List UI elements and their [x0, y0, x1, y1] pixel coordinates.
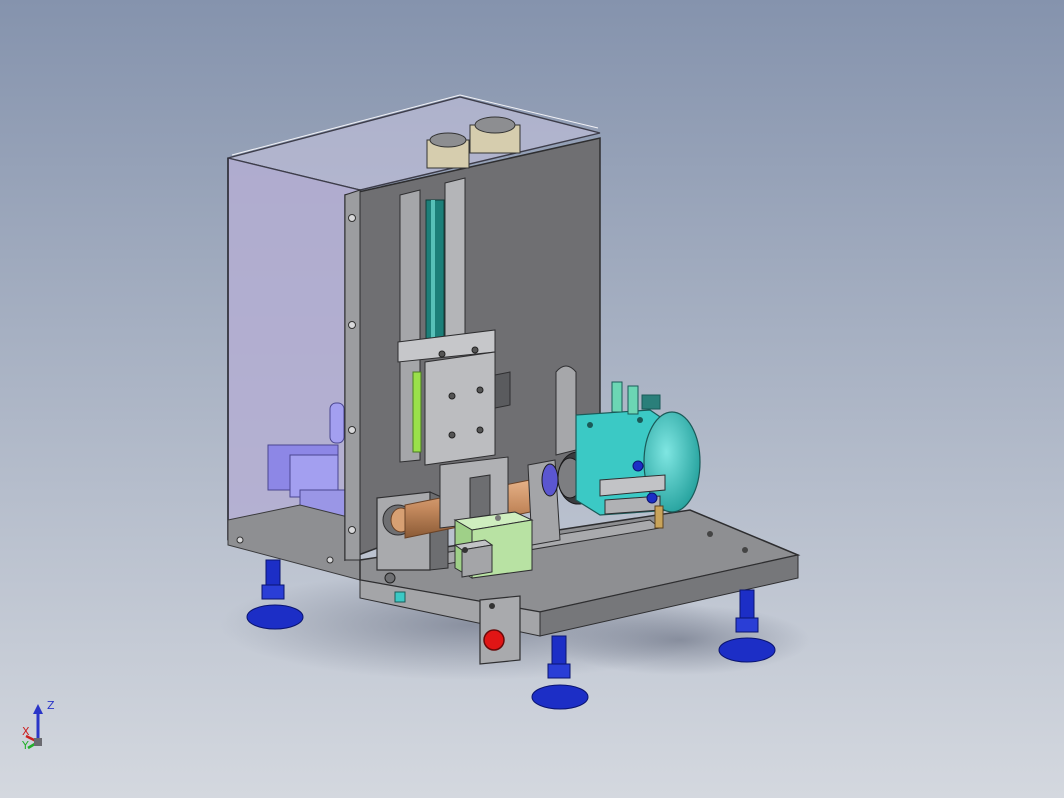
- foot-pad: [531, 684, 589, 710]
- screw-icon: [742, 547, 748, 553]
- air-fitting-icon: [611, 381, 623, 413]
- screw-icon: [476, 386, 484, 394]
- z-axis-arrow-icon: [33, 704, 43, 714]
- screw-icon: [637, 417, 643, 423]
- back-plate-edge: [344, 189, 361, 561]
- screw-icon: [587, 422, 593, 428]
- foot-nut: [261, 584, 285, 600]
- screw-icon: [707, 531, 713, 537]
- foot-pad: [718, 637, 776, 663]
- screw-icon: [476, 426, 484, 434]
- fitting-cap-right-top: [474, 116, 516, 134]
- green-indicator-strip: [412, 371, 422, 453]
- model-view[interactable]: [0, 0, 1064, 798]
- screw-icon: [471, 346, 479, 354]
- screw-icon: [448, 392, 456, 400]
- x-axis-label: X: [22, 725, 30, 738]
- base-cyan-fitting: [394, 591, 406, 603]
- foot-pad: [246, 604, 304, 630]
- screw-icon: [438, 350, 446, 358]
- graphics-viewport[interactable]: Z X Y: [0, 0, 1064, 798]
- plate-slot: [555, 365, 577, 456]
- screw-icon: [236, 536, 244, 544]
- screw-icon: [326, 556, 334, 564]
- linear-guide-highlight: [431, 200, 435, 340]
- motor-shaft-cap: [329, 402, 345, 444]
- stop-button-icon[interactable]: [483, 629, 505, 651]
- stop-holder-block: [479, 595, 521, 665]
- rail-frame-right: [444, 177, 466, 346]
- adjust-screw-icon: [646, 492, 658, 504]
- screw-icon: [489, 603, 495, 609]
- foot-nut: [735, 617, 759, 633]
- adjust-screw-icon: [632, 460, 644, 472]
- carriage-side: [494, 371, 511, 409]
- screw-icon: [495, 515, 501, 521]
- screw-icon: [448, 431, 456, 439]
- screw-icon: [348, 214, 356, 222]
- triad-origin-icon: [34, 738, 42, 746]
- foot-nut: [547, 663, 571, 679]
- air-fitting-icon: [627, 385, 639, 415]
- support-slot: [469, 474, 491, 519]
- emergency-stop-holder[interactable]: [479, 595, 521, 665]
- coupling-ring: [541, 463, 559, 497]
- screw-icon: [348, 321, 356, 329]
- screw-icon: [348, 526, 356, 534]
- screw-icon: [384, 572, 396, 584]
- y-axis-label: Y: [22, 739, 29, 752]
- reference-triad[interactable]: Z X Y: [14, 696, 64, 756]
- air-fitting-icon: [641, 394, 661, 410]
- z-axis-label: Z: [47, 699, 55, 712]
- screw-icon: [348, 426, 356, 434]
- spring-icon: [654, 505, 664, 529]
- screw-icon: [462, 547, 468, 553]
- fitting-cap-left-top: [429, 132, 467, 148]
- carriage-face: [424, 351, 496, 466]
